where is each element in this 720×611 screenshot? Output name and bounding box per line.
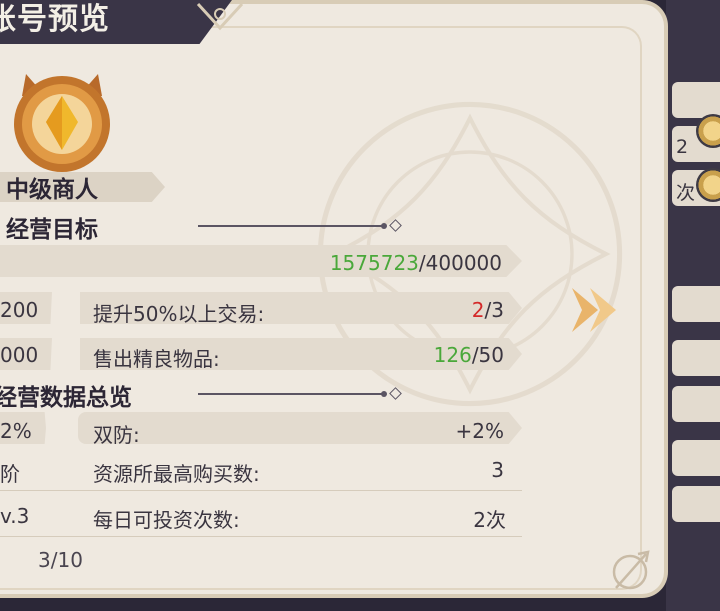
ornament-icon bbox=[196, 2, 244, 31]
page-indicator: 3/10 bbox=[38, 548, 83, 572]
goal-progress-value: 1575723/400000 bbox=[329, 251, 502, 275]
overview-left-value: 阶 bbox=[0, 462, 20, 486]
goal-left-value: 000 bbox=[0, 343, 39, 367]
side-card bbox=[672, 340, 720, 376]
goal-value: 2/3 bbox=[471, 298, 504, 322]
section-divider bbox=[198, 393, 384, 395]
section-divider-dot bbox=[381, 223, 387, 229]
page-title: 账号预览 bbox=[0, 2, 110, 37]
rank-medal-icon bbox=[14, 74, 110, 172]
overview-label: 双防: bbox=[93, 423, 140, 447]
side-card bbox=[672, 82, 720, 118]
row-divider bbox=[0, 490, 522, 491]
corner-ornament-icon bbox=[612, 550, 650, 590]
overview-left-value: 2% bbox=[0, 419, 32, 443]
section-title-goals: 经营目标 bbox=[6, 217, 98, 243]
side-card bbox=[672, 286, 720, 322]
goal-label: 提升50%以上交易: bbox=[93, 302, 265, 326]
overview-value: 3 bbox=[491, 458, 504, 482]
goal-label: 售出精良物品: bbox=[93, 347, 220, 371]
overview-left-value: v.3 bbox=[0, 504, 30, 528]
overview-label: 资源所最高购买数: bbox=[93, 462, 260, 486]
goal-left-value: 200 bbox=[0, 298, 39, 322]
side-peek-number: 2 bbox=[676, 136, 689, 158]
section-divider-dot bbox=[381, 391, 387, 397]
overview-label: 每日可投资次数: bbox=[93, 508, 240, 532]
rank-name: 中级商人 bbox=[6, 177, 98, 203]
chevron-right-icon[interactable] bbox=[566, 280, 622, 340]
overview-value: 2次 bbox=[473, 508, 506, 532]
side-peek-text: 次 bbox=[676, 182, 696, 204]
side-card bbox=[672, 440, 720, 476]
side-card bbox=[672, 386, 720, 422]
goal-value: 126/50 bbox=[433, 343, 504, 367]
section-divider bbox=[198, 225, 384, 227]
overview-value: +2% bbox=[455, 419, 505, 443]
side-card bbox=[672, 486, 720, 522]
row-divider bbox=[0, 536, 522, 537]
section-title-overview: 经营数据总览 bbox=[0, 385, 132, 411]
